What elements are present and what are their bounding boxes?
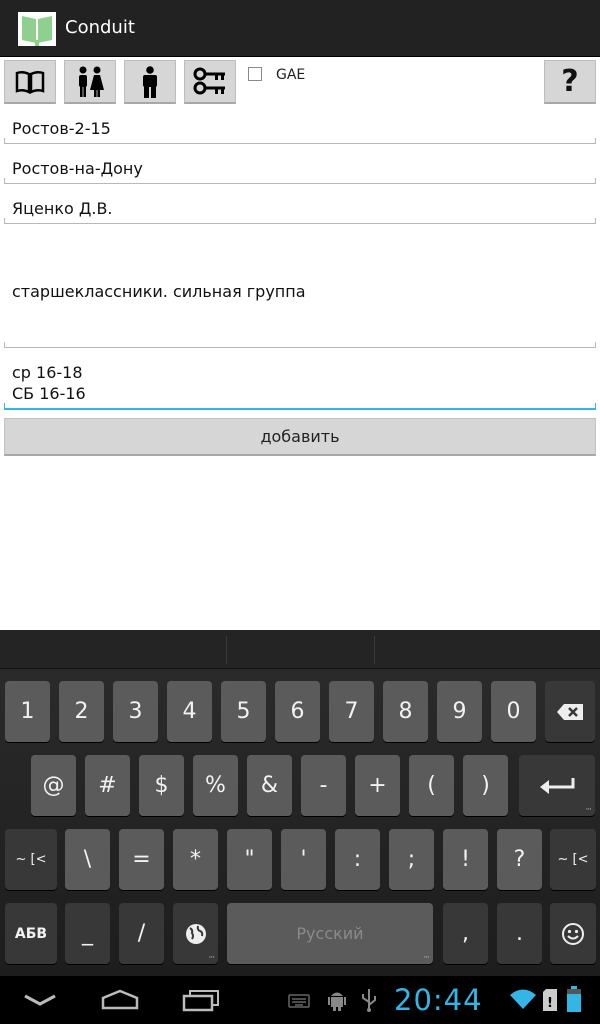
soft-keyboard: 1 2 3 4 5 6 7 8 9 0 @ # $ % & - + ( ) ··… [0, 630, 600, 976]
globe-icon [185, 923, 206, 944]
city-field[interactable]: Ростов-на-Дону [4, 156, 596, 184]
key-colon[interactable]: : [335, 829, 380, 890]
language-more-dots: ··· [208, 953, 215, 963]
book-button[interactable] [4, 60, 56, 104]
book-icon [15, 70, 45, 94]
backspace-key[interactable] [545, 681, 595, 742]
keys-button[interactable] [184, 60, 236, 104]
key-8[interactable]: 8 [383, 681, 428, 742]
key-1[interactable]: 1 [5, 681, 50, 742]
key-7[interactable]: 7 [329, 681, 374, 742]
gae-checkbox[interactable] [248, 67, 262, 81]
description-value: старшеклассники. сильная группа [12, 282, 306, 301]
system-bar: ! [0, 976, 600, 1024]
key-minus[interactable]: - [301, 755, 346, 816]
description-field[interactable]: старшеклассники. сильная группа [4, 236, 596, 348]
keyboard-notification-icon [288, 994, 310, 1008]
key-double-quote[interactable]: " [227, 829, 272, 890]
wifi-icon [510, 989, 536, 1009]
battery-icon [567, 986, 581, 1012]
city-value: Ростов-на-Дону [12, 159, 143, 178]
android-debug-icon [328, 992, 346, 1011]
key-dollar[interactable]: $ [139, 755, 184, 816]
group-name-value: Ростов-2-15 [12, 119, 111, 138]
usb-icon [362, 989, 376, 1012]
key-plus[interactable]: + [355, 755, 400, 816]
key-6[interactable]: 6 [275, 681, 320, 742]
help-button[interactable]: ? [544, 60, 596, 104]
key-0[interactable]: 0 [491, 681, 536, 742]
teacher-field[interactable]: Яценко Д.В. [4, 196, 596, 224]
hide-keyboard-icon[interactable] [22, 992, 58, 1008]
key-percent[interactable]: % [193, 755, 238, 816]
enter-key[interactable]: ··· [519, 755, 595, 816]
key-3[interactable]: 3 [113, 681, 158, 742]
smiley-icon [562, 922, 584, 945]
key-9[interactable]: 9 [437, 681, 482, 742]
teacher-value: Яценко Д.В. [12, 199, 113, 218]
status-clock: 20:44 [394, 983, 483, 1017]
people-icon [79, 66, 104, 97]
key-2[interactable]: 2 [59, 681, 104, 742]
backspace-icon [557, 703, 583, 720]
key-ampersand[interactable]: & [247, 755, 292, 816]
help-icon: ? [561, 64, 579, 99]
action-bar: Conduit [0, 0, 600, 57]
key-paren-close[interactable]: ) [463, 755, 508, 816]
book-app-icon[interactable] [18, 12, 56, 46]
space-key[interactable]: Русский ··· [227, 903, 433, 964]
app-title: Conduit [65, 17, 135, 38]
suggestion-strip[interactable] [0, 630, 600, 669]
key-backslash[interactable]: \ [65, 829, 110, 890]
enter-arrow-icon [540, 777, 575, 794]
more-symbols-key-right[interactable]: ~ [< [550, 829, 596, 890]
person-button[interactable] [124, 60, 176, 104]
key-period[interactable]: . [497, 903, 542, 964]
key-at[interactable]: @ [31, 755, 76, 816]
emoji-key[interactable] [550, 903, 596, 964]
no-sim-icon: ! [543, 989, 557, 1011]
key-hash[interactable]: # [85, 755, 130, 816]
svg-text:!: ! [547, 996, 553, 1011]
key-5[interactable]: 5 [221, 681, 266, 742]
key-4[interactable]: 4 [167, 681, 212, 742]
enter-more-dots: ··· [585, 805, 592, 815]
recent-apps-icon[interactable] [182, 988, 220, 1012]
key-semicolon[interactable]: ; [389, 829, 434, 890]
space-key-label: Русский [296, 924, 364, 943]
gae-label: GAE [276, 67, 306, 83]
abc-key[interactable]: АБВ [5, 903, 57, 964]
key-comma[interactable]: , [443, 903, 488, 964]
home-icon[interactable] [100, 988, 140, 1010]
schedule-field[interactable]: ср 16-18 СБ 16-16 [4, 358, 596, 410]
key-single-quote[interactable]: ' [281, 829, 326, 890]
group-name-field[interactable]: Ростов-2-15 [4, 116, 596, 144]
keys-icon [193, 67, 225, 94]
key-paren-open[interactable]: ( [409, 755, 454, 816]
add-button[interactable]: добавить [4, 418, 596, 456]
key-question[interactable]: ? [497, 829, 542, 890]
toolbar: GAE ? [0, 58, 600, 108]
language-key[interactable]: ··· [173, 903, 218, 964]
person-icon [143, 65, 157, 98]
key-underscore[interactable]: _ [65, 903, 110, 964]
space-more-dots: ··· [423, 953, 430, 963]
key-asterisk[interactable]: * [173, 829, 218, 890]
schedule-value: ср 16-18 СБ 16-16 [12, 363, 86, 403]
more-symbols-key-left[interactable]: ~ [< [5, 829, 57, 890]
key-exclamation[interactable]: ! [443, 829, 488, 890]
key-equals[interactable]: = [119, 829, 164, 890]
group-button[interactable] [64, 60, 116, 104]
key-slash[interactable]: / [119, 903, 164, 964]
